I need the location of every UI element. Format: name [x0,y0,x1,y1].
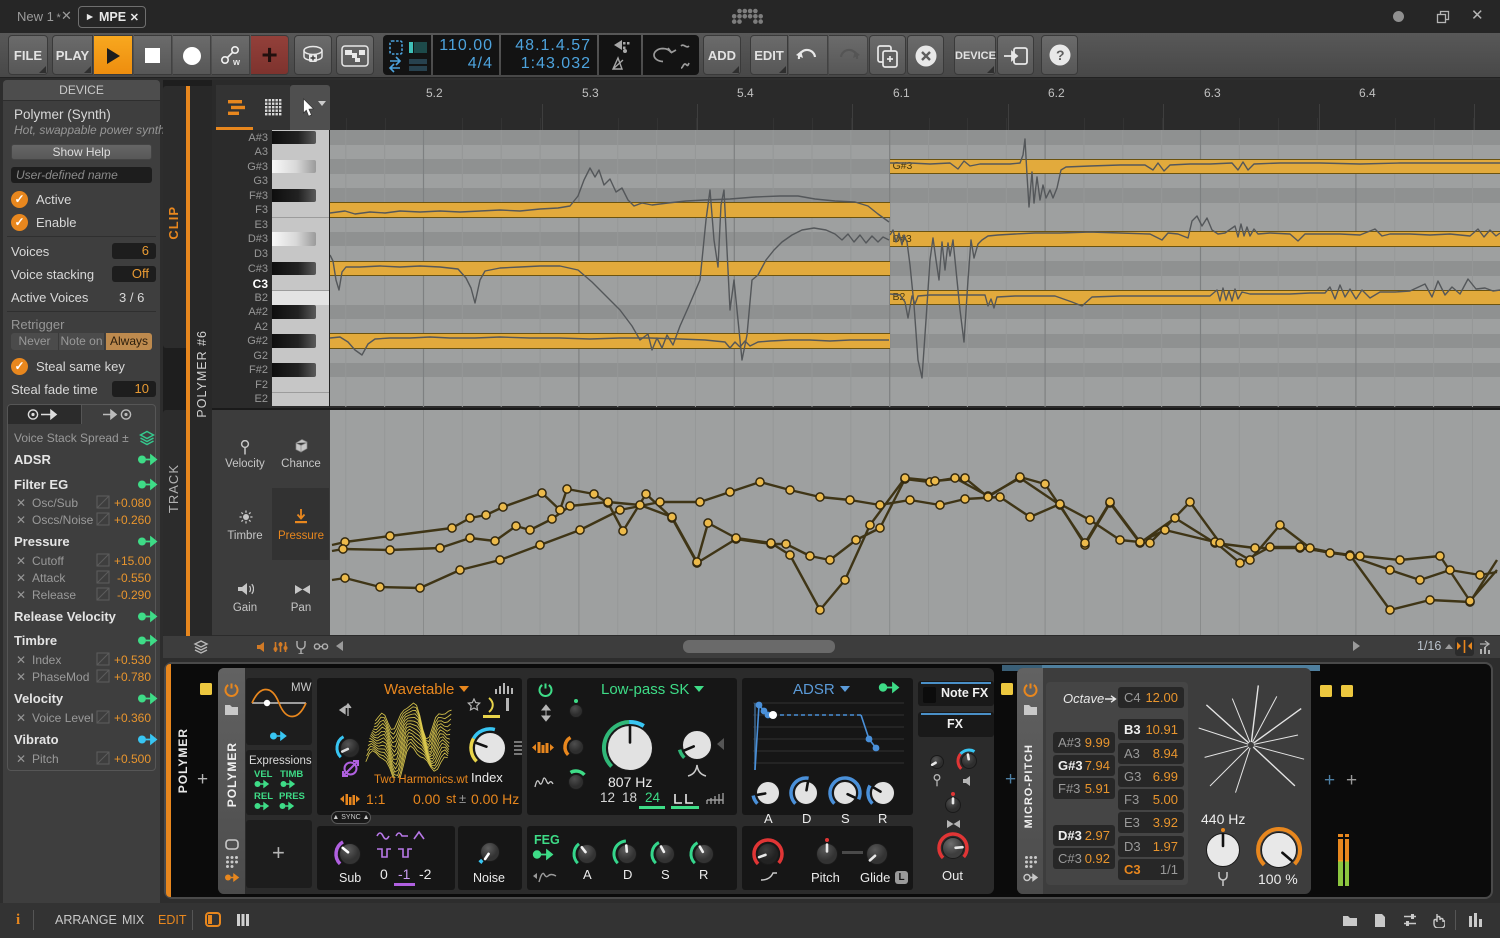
svg-text:?: ? [1056,47,1065,63]
svg-text:w: w [232,57,241,67]
